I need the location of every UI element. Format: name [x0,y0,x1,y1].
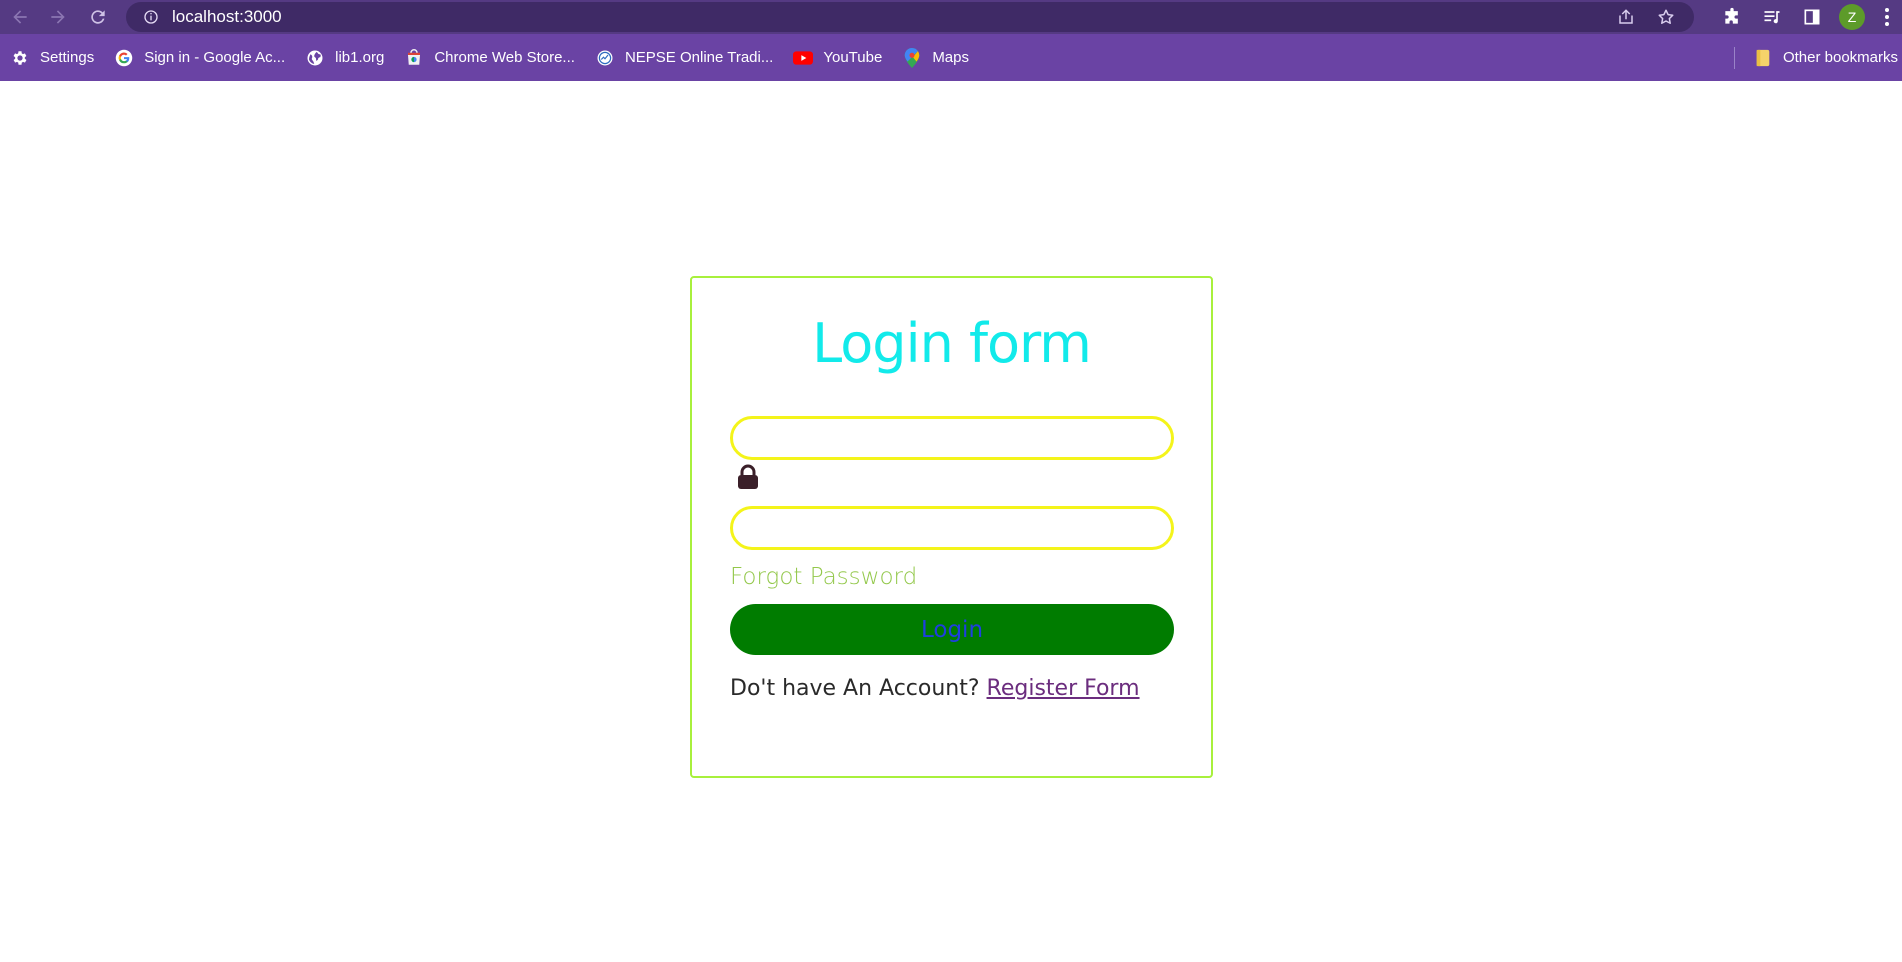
globe-icon [305,48,325,68]
password-input[interactable] [730,506,1174,550]
back-arrow-icon[interactable] [0,0,40,34]
share-icon[interactable] [1610,2,1642,32]
youtube-icon [793,48,814,68]
bookmark-lib1[interactable]: lib1.org [295,42,394,74]
info-icon[interactable] [140,6,162,28]
bookmark-chrome-web-store[interactable]: Chrome Web Store... [394,42,585,74]
bookmark-label: Maps [932,49,969,66]
username-input[interactable] [730,416,1174,460]
login-button[interactable]: Login [730,604,1174,655]
login-card: Login form Forgot Password Login Do't ha… [690,276,1213,778]
profile-avatar[interactable]: Z [1832,0,1872,34]
extensions-icon[interactable] [1712,0,1752,34]
bookmark-label: YouTube [823,49,883,66]
nepse-icon [595,48,615,68]
bookmark-settings[interactable]: Settings [0,42,104,74]
register-link[interactable]: Register Form [987,676,1140,701]
bookmark-maps[interactable]: Maps [892,42,979,74]
bookmarks-divider [1733,46,1735,69]
bookmark-label: NEPSE Online Tradi... [624,49,774,66]
bookmarks-bar: Settings Sign in - Google Ac... lib1.org… [0,34,1902,81]
webstore-icon [404,48,424,68]
bookmark-label: Chrome Web Store... [434,49,575,66]
other-bookmarks-label: Other bookmarks [1782,49,1898,66]
forward-arrow-icon[interactable] [38,0,78,34]
kebab-menu-icon[interactable] [1872,0,1902,34]
maps-icon [902,47,922,68]
gear-icon [10,48,30,68]
bookmark-youtube[interactable]: YouTube [783,42,892,74]
no-account-text: Do't have An Account? [730,676,980,701]
bookmark-label: Sign in - Google Ac... [144,49,286,66]
lock-icon [738,464,758,489]
avatar: Z [1839,4,1865,30]
google-icon [114,48,134,68]
side-panel-icon[interactable] [1792,0,1832,34]
star-icon[interactable] [1650,2,1682,32]
other-bookmarks[interactable]: Other bookmarks [1743,42,1902,74]
url-text[interactable]: localhost:3000 [172,7,282,27]
bookmark-nepse[interactable]: NEPSE Online Tradi... [585,42,783,74]
address-bar[interactable]: localhost:3000 [126,2,1694,32]
reload-icon[interactable] [78,0,118,34]
folder-icon [1753,48,1773,68]
forgot-password-link[interactable]: Forgot Password [730,564,917,590]
browser-toolbar: localhost:3000 Z [0,0,1902,34]
register-prompt: Do't have An Account? Register Form [730,676,1140,701]
bookmark-label: lib1.org [335,49,385,66]
page-title: Login form [812,312,1092,375]
bookmark-label: Settings [40,49,95,66]
media-queue-icon[interactable] [1752,0,1792,34]
bookmark-google-signin[interactable]: Sign in - Google Ac... [104,42,295,74]
